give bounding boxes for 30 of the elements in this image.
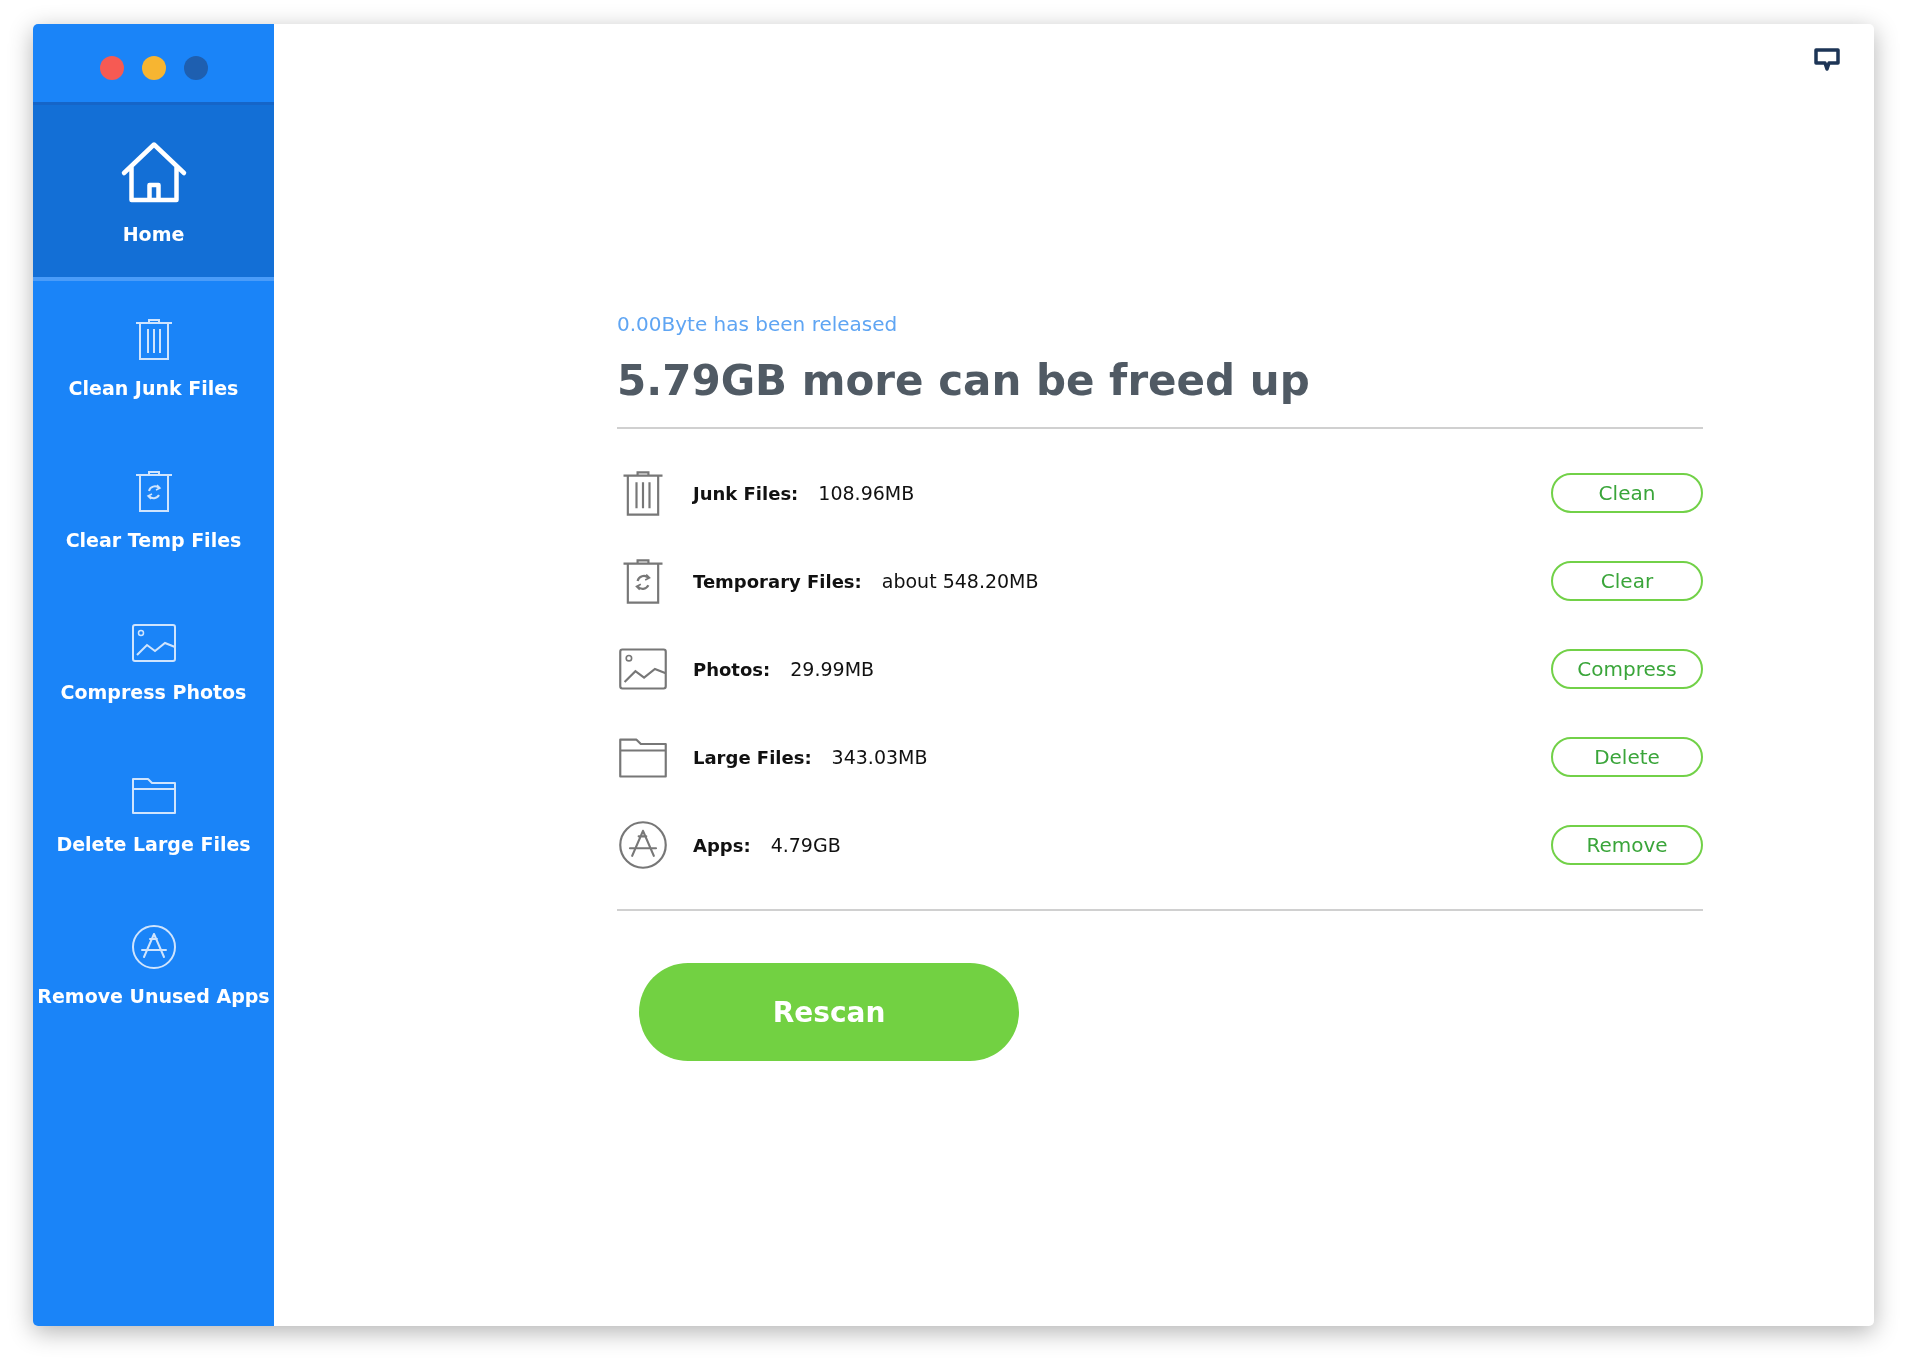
headline: 5.79GB more can be freed up: [617, 356, 1311, 405]
action-button[interactable]: Clear: [1551, 561, 1703, 601]
size-value: 343.03MB: [831, 746, 928, 768]
released-status: 0.00Byte has been released: [617, 312, 899, 336]
category-label: Photos:: [693, 658, 771, 680]
size-value: 29.99MB: [790, 658, 875, 680]
action-button[interactable]: Clean: [1551, 473, 1703, 513]
minimize-button[interactable]: [141, 56, 166, 80]
close-button[interactable]: [99, 56, 124, 80]
category-label: Junk Files:: [693, 482, 799, 504]
size-value: about 548.20MB: [881, 570, 1039, 592]
sidebar-item[interactable]: Compress Photos: [33, 585, 274, 737]
app-store-icon: [617, 819, 669, 871]
category-label: Large Files:: [693, 746, 812, 768]
category-label: Apps:: [693, 834, 751, 856]
app-store-icon: [129, 923, 178, 971]
sidebar-item[interactable]: Clean Junk Files: [33, 281, 274, 433]
rescan-button[interactable]: Rescan: [639, 963, 1019, 1061]
zoom-button[interactable]: [183, 56, 208, 80]
category-label: Temporary Files:: [693, 570, 862, 592]
sidebar-item[interactable]: Home: [33, 105, 274, 281]
size-value: 4.79GB: [770, 834, 841, 856]
chat-icon[interactable]: [1814, 48, 1840, 72]
action-button[interactable]: Delete: [1551, 737, 1703, 777]
sidebar-item[interactable]: Remove Unused Apps: [33, 889, 274, 1041]
size-value: 108.96MB: [818, 482, 915, 504]
sidebar-item[interactable]: Delete Large Files: [33, 737, 274, 889]
action-button[interactable]: Remove: [1551, 825, 1703, 865]
sidebar-item[interactable]: Clear Temp Files: [33, 433, 274, 585]
action-button[interactable]: Compress: [1551, 649, 1703, 689]
